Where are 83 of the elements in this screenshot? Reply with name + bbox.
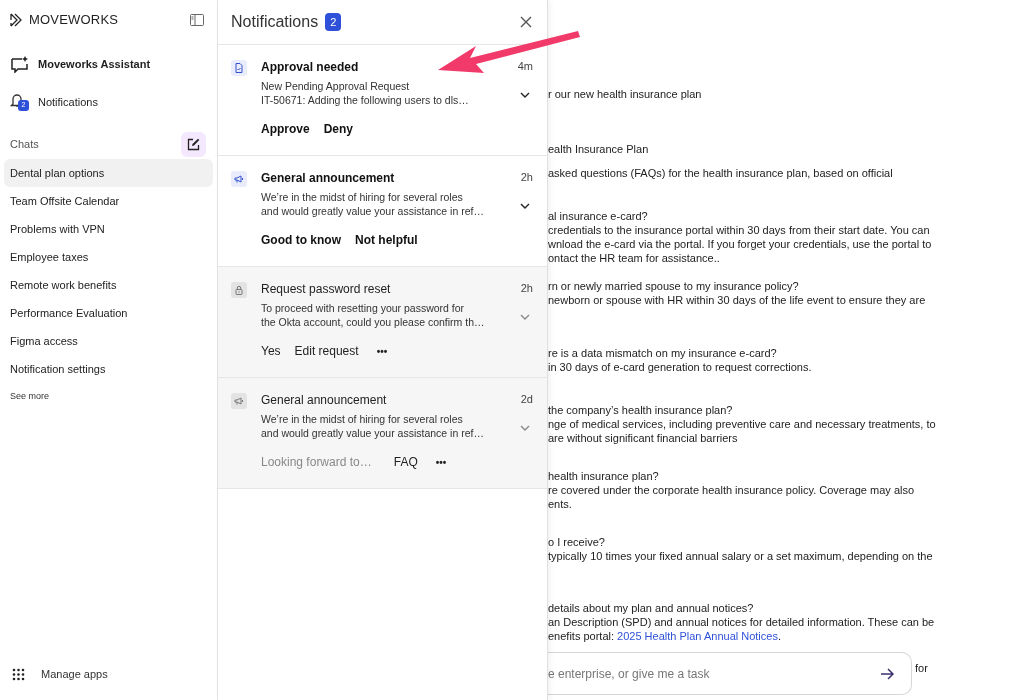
notification-card[interactable]: Approval needed New Pending Approval Request IT-50671: Adding the following users to dls… Approve Deny 4m xyxy=(218,45,547,156)
action-button[interactable]: Edit request xyxy=(294,342,359,360)
panel-title: Notifications xyxy=(231,12,319,32)
chat-text: credentials to the insurance portal within 30 days from their start date. You can xyxy=(548,223,931,237)
chat-item[interactable]: Remote work benefits xyxy=(4,271,213,299)
action-button[interactable]: Approve xyxy=(261,120,310,138)
action-button[interactable]: Yes xyxy=(261,342,281,360)
action-button[interactable]: FAQ xyxy=(393,453,418,471)
megaphone-icon xyxy=(231,393,247,409)
chevron-down-icon xyxy=(520,425,530,431)
notification-card[interactable]: Request password reset To proceed with resetting your password for the Okta account, could you please confirm th… Yes Edit request ••• 2h xyxy=(218,267,547,378)
action-button[interactable]: Deny xyxy=(323,120,354,138)
notification-body: New Pending Approval Request IT-50671: Adding the following users to dls… xyxy=(261,79,470,107)
message-field[interactable]: e enterprise, or give me a task xyxy=(548,652,912,695)
chat-text: enefits portal: xyxy=(548,629,616,643)
time-label: 2d xyxy=(520,392,533,406)
notification-title: General announcement xyxy=(261,170,396,186)
chat-text: ents. xyxy=(548,497,573,511)
chat-sparkle-icon xyxy=(10,55,29,73)
chat-text: health insurance plan? xyxy=(548,469,660,483)
chat-item[interactable]: Problems with VPN xyxy=(4,215,213,243)
manage-apps-link[interactable]: Manage apps xyxy=(41,665,108,683)
chat-item[interactable]: Team Offsite Calendar xyxy=(4,187,213,215)
notification-title: Request password reset xyxy=(261,281,392,297)
chat-text: re is a data mismatch on my insurance e-card? xyxy=(548,346,778,360)
chat-text: ontact the HR team for assistance.. xyxy=(548,251,721,265)
chat-text: r our new health insurance plan xyxy=(548,87,703,101)
chat-text: newborn or spouse with HR within 30 days of the life event to ensure they are xyxy=(548,293,927,307)
time-label: 2h xyxy=(520,170,533,184)
action-button[interactable]: Good to know xyxy=(261,231,341,249)
megaphone-icon xyxy=(231,171,247,187)
count-badge: 2 xyxy=(325,13,342,31)
nav-item[interactable]: Moveworks Assistant xyxy=(0,45,217,83)
chat-text: typically 10 times your fixed annual salary or a set maximum, depending on the xyxy=(548,549,934,563)
notification-body: We’re in the midst of hiring for several roles and would greatly value your assistance in ref… xyxy=(261,412,485,440)
time-label: 2h xyxy=(520,281,533,295)
notification-title: General announcement xyxy=(261,392,388,408)
chevron-down-icon xyxy=(520,203,530,209)
lock-icon xyxy=(231,282,247,298)
chevron-down-icon xyxy=(520,314,530,320)
see-more-link[interactable]: See more xyxy=(10,390,50,404)
close-icon xyxy=(520,16,532,28)
chat-item[interactable]: Performance Evaluation xyxy=(4,299,213,327)
more-button[interactable]: ••• xyxy=(376,343,388,359)
link[interactable]: 2025 Health Plan Annual Notices xyxy=(617,629,778,643)
chat-text: in 30 days of e-card generation to request corrections. xyxy=(548,360,813,374)
document-check-icon xyxy=(231,60,247,76)
chat-text: . xyxy=(777,629,781,643)
chat-text: ealth Insurance Plan xyxy=(548,142,650,156)
section-label: Chats xyxy=(10,136,39,152)
chevron-down-icon xyxy=(520,92,530,98)
app-grid-icon xyxy=(12,667,25,681)
chat-text: al insurance e-card? xyxy=(548,209,649,223)
chat-text: nge of medical services, including preventive care and necessary treatments, to xyxy=(548,417,937,431)
notification-card[interactable]: General announcement We’re in the midst of hiring for several roles and would greatly value your assistance in ref… Looking forward to… FAQ ••• 2d xyxy=(218,378,547,489)
notification-title: Approval needed xyxy=(261,59,360,75)
send-arrow-icon xyxy=(880,668,894,680)
brand-name: MOVEWORKS xyxy=(29,11,119,30)
close-button[interactable] xyxy=(519,15,533,29)
chat-item[interactable]: Figma access xyxy=(4,327,213,355)
chat-item[interactable]: Notification settings xyxy=(4,355,213,383)
chat-text: an Description (SPD) and annual notices for detailed information. These can be xyxy=(548,615,936,629)
new-chat-button[interactable] xyxy=(181,131,206,157)
chat-item[interactable]: Dental plan options xyxy=(4,159,213,187)
more-button[interactable]: ••• xyxy=(435,454,447,470)
compose-icon xyxy=(187,137,200,151)
chat-text: for xyxy=(915,661,928,676)
bell-icon xyxy=(10,93,24,107)
action-button[interactable]: Not helpful xyxy=(355,231,418,249)
chat-text: rn or newly married spouse to my insurance policy? xyxy=(548,279,800,293)
notification-body: We’re in the midst of hiring for several roles and would greatly value your assistance in ref… xyxy=(261,190,485,218)
chat-text: asked questions (FAQs) for the health insurance plan, based on official xyxy=(548,166,894,180)
time-label: 4m xyxy=(517,59,533,73)
sidebar-toggle-icon xyxy=(190,14,204,26)
chat-text: details about my plan and annual notices? xyxy=(548,601,755,615)
chat-text: are without significant financial barriers xyxy=(548,431,739,445)
chat-text: wnload the e-card via the portal. If you forget your credentials, use the portal to xyxy=(548,237,933,251)
chat-text: the company’s health insurance plan? xyxy=(548,403,734,417)
chat-item[interactable]: Employee taxes xyxy=(4,243,213,271)
chat-text: o I receive? xyxy=(548,535,606,549)
notification-card[interactable]: General announcement We’re in the midst of hiring for several roles and would greatly value your assistance in ref… Good to know Not helpful 2h xyxy=(218,156,547,267)
notification-body: To proceed with resetting your password for the Okta account, could you please confirm th… xyxy=(261,301,486,329)
chat-text: re covered under the corporate health insurance policy. Coverage may also xyxy=(548,483,916,497)
